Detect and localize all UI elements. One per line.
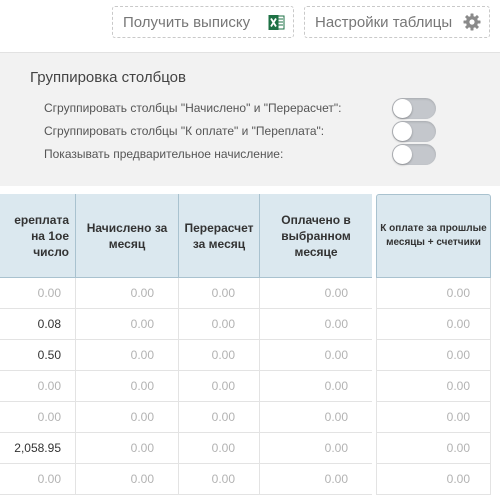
table-cell: 0.00	[260, 371, 373, 402]
export-statement-button[interactable]: Получить выписку	[112, 6, 294, 38]
table-row: 0.00 0.00 0.00 0.00 0.00	[0, 402, 500, 433]
table-cell: 0.00	[0, 402, 76, 433]
option-label: Сгруппировать столбцы "К оплате" и "Пере…	[44, 124, 325, 138]
option-show-preliminary: Показывать предварительное начисление:	[44, 144, 444, 166]
table-cell: 0.00	[376, 278, 491, 309]
table-cell: 0.00	[376, 464, 491, 495]
table-settings-label: Настройки таблицы	[315, 13, 453, 31]
option-label: Сгруппировать столбцы "Начислено" и "Пер…	[44, 101, 342, 115]
header-overpay-start[interactable]: ереплата на 1ое число	[0, 194, 76, 278]
balance-table: ереплата на 1ое число Начислено за месяц…	[0, 194, 500, 500]
table-cell: 0.00	[260, 340, 373, 371]
table-cell: 2,058.95	[0, 433, 76, 464]
header-recalc[interactable]: Перерасчет за месяц	[179, 194, 260, 278]
table-cell: 0.00	[260, 309, 373, 340]
toggle-knob	[393, 145, 412, 164]
panel-title: Группировка столбцов	[30, 69, 186, 86]
table-cell: 0.00	[179, 309, 260, 340]
option-label: Показывать предварительное начисление:	[44, 147, 284, 161]
table-cell: 0.00	[179, 464, 260, 495]
table-cell: 0.00	[376, 309, 491, 340]
table-row: 0.08 0.00 0.00 0.00 0.00	[0, 309, 500, 340]
table-row: 0.00 0.00 0.00 0.00 0.00	[0, 278, 500, 309]
toggle-group-topay-overpay[interactable]	[392, 121, 436, 142]
toggle-knob	[393, 122, 412, 141]
table-cell: 0.00	[0, 464, 76, 495]
table-cell: 0.00	[376, 371, 491, 402]
header-topay-prev[interactable]: К оплате за прошлые месяцы + счетчики	[376, 194, 491, 278]
table-cell: 0.00	[260, 278, 373, 309]
table-cell: 0.00	[0, 278, 76, 309]
table-cell: 0.00	[76, 340, 179, 371]
toggle-knob	[393, 99, 412, 118]
table-cell: 0.00	[76, 309, 179, 340]
table-cell: 0.08	[0, 309, 76, 340]
export-statement-label: Получить выписку	[123, 13, 251, 31]
column-gap	[372, 194, 376, 500]
header-paid[interactable]: Оплачено в выбранном месяце	[260, 194, 373, 278]
table-cell: 0.00	[260, 433, 373, 464]
table-cell: 0.00	[376, 340, 491, 371]
table-cell: 0.00	[76, 433, 179, 464]
table-cell: 0.00	[179, 371, 260, 402]
toggle-show-preliminary[interactable]	[392, 144, 436, 165]
table-cell: 0.00	[376, 433, 491, 464]
table-cell: 0.00	[76, 402, 179, 433]
table-cell: 0.00	[76, 464, 179, 495]
table-cell: 0.00	[76, 371, 179, 402]
table-cell: 0.00	[376, 402, 491, 433]
table-cell: 0.00	[260, 402, 373, 433]
table-cell: 0.00	[179, 340, 260, 371]
table-row: 0.50 0.00 0.00 0.00 0.00	[0, 340, 500, 371]
column-grouping-panel: Группировка столбцов Сгруппировать столб…	[0, 52, 500, 186]
table-row: 0.00 0.00 0.00 0.00 0.00	[0, 464, 500, 495]
table-cell: 0.00	[76, 278, 179, 309]
table-cell: 0.50	[0, 340, 76, 371]
table-cell: 0.00	[260, 464, 373, 495]
table-row: 0.00 0.00 0.00 0.00 0.00	[0, 371, 500, 402]
table-cell: 0.00	[179, 278, 260, 309]
toggle-group-accrued-recalc[interactable]	[392, 98, 436, 119]
excel-icon	[268, 14, 285, 30]
header-accrued[interactable]: Начислено за месяц	[76, 194, 179, 278]
option-group-topay-overpay: Сгруппировать столбцы "К оплате" и "Пере…	[44, 121, 444, 143]
table-cell: 0.00	[0, 371, 76, 402]
gear-icon	[463, 13, 481, 31]
table-settings-button[interactable]: Настройки таблицы	[304, 6, 490, 38]
table-row: 2,058.95 0.00 0.00 0.00 0.00	[0, 433, 500, 464]
table-cell: 0.00	[179, 402, 260, 433]
option-group-accrued-recalc: Сгруппировать столбцы "Начислено" и "Пер…	[44, 98, 444, 120]
table-cell: 0.00	[179, 433, 260, 464]
